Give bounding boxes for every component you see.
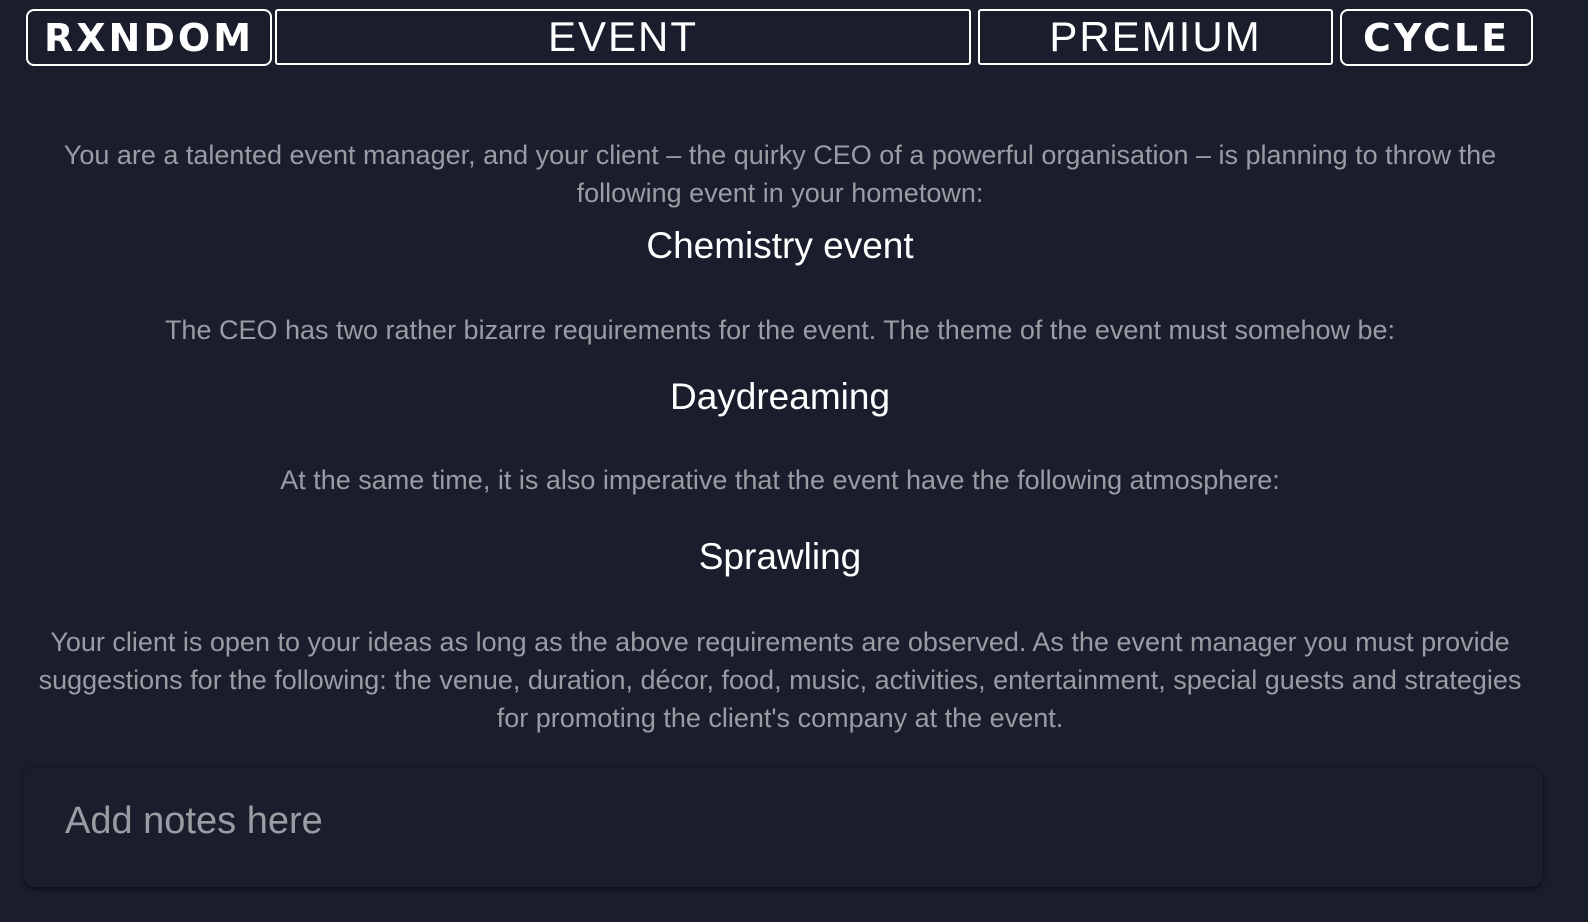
- app-page: RXNDOM EVENT PREMIUM CYCLE You are a tal…: [0, 0, 1588, 922]
- tab-premium[interactable]: PREMIUM: [978, 9, 1333, 65]
- notes-box: [23, 767, 1543, 887]
- event-theme: Daydreaming: [669, 376, 891, 417]
- notes-input[interactable]: [23, 767, 1543, 887]
- prompt-intro: You are a talented event manager, and yo…: [63, 140, 1497, 208]
- event-type: Chemistry event: [646, 225, 914, 266]
- event-atmosphere: Sprawling: [698, 536, 862, 577]
- requirements-intro: The CEO has two rather bizarre requireme…: [164, 315, 1396, 345]
- atmosphere-intro: At the same time, it is also imperative …: [280, 465, 1280, 495]
- prompt-closing: Your client is open to your ideas as lon…: [38, 627, 1522, 733]
- tab-event[interactable]: EVENT: [275, 9, 971, 65]
- tab-cycle[interactable]: CYCLE: [1340, 9, 1533, 66]
- tab-random[interactable]: RXNDOM: [26, 9, 272, 66]
